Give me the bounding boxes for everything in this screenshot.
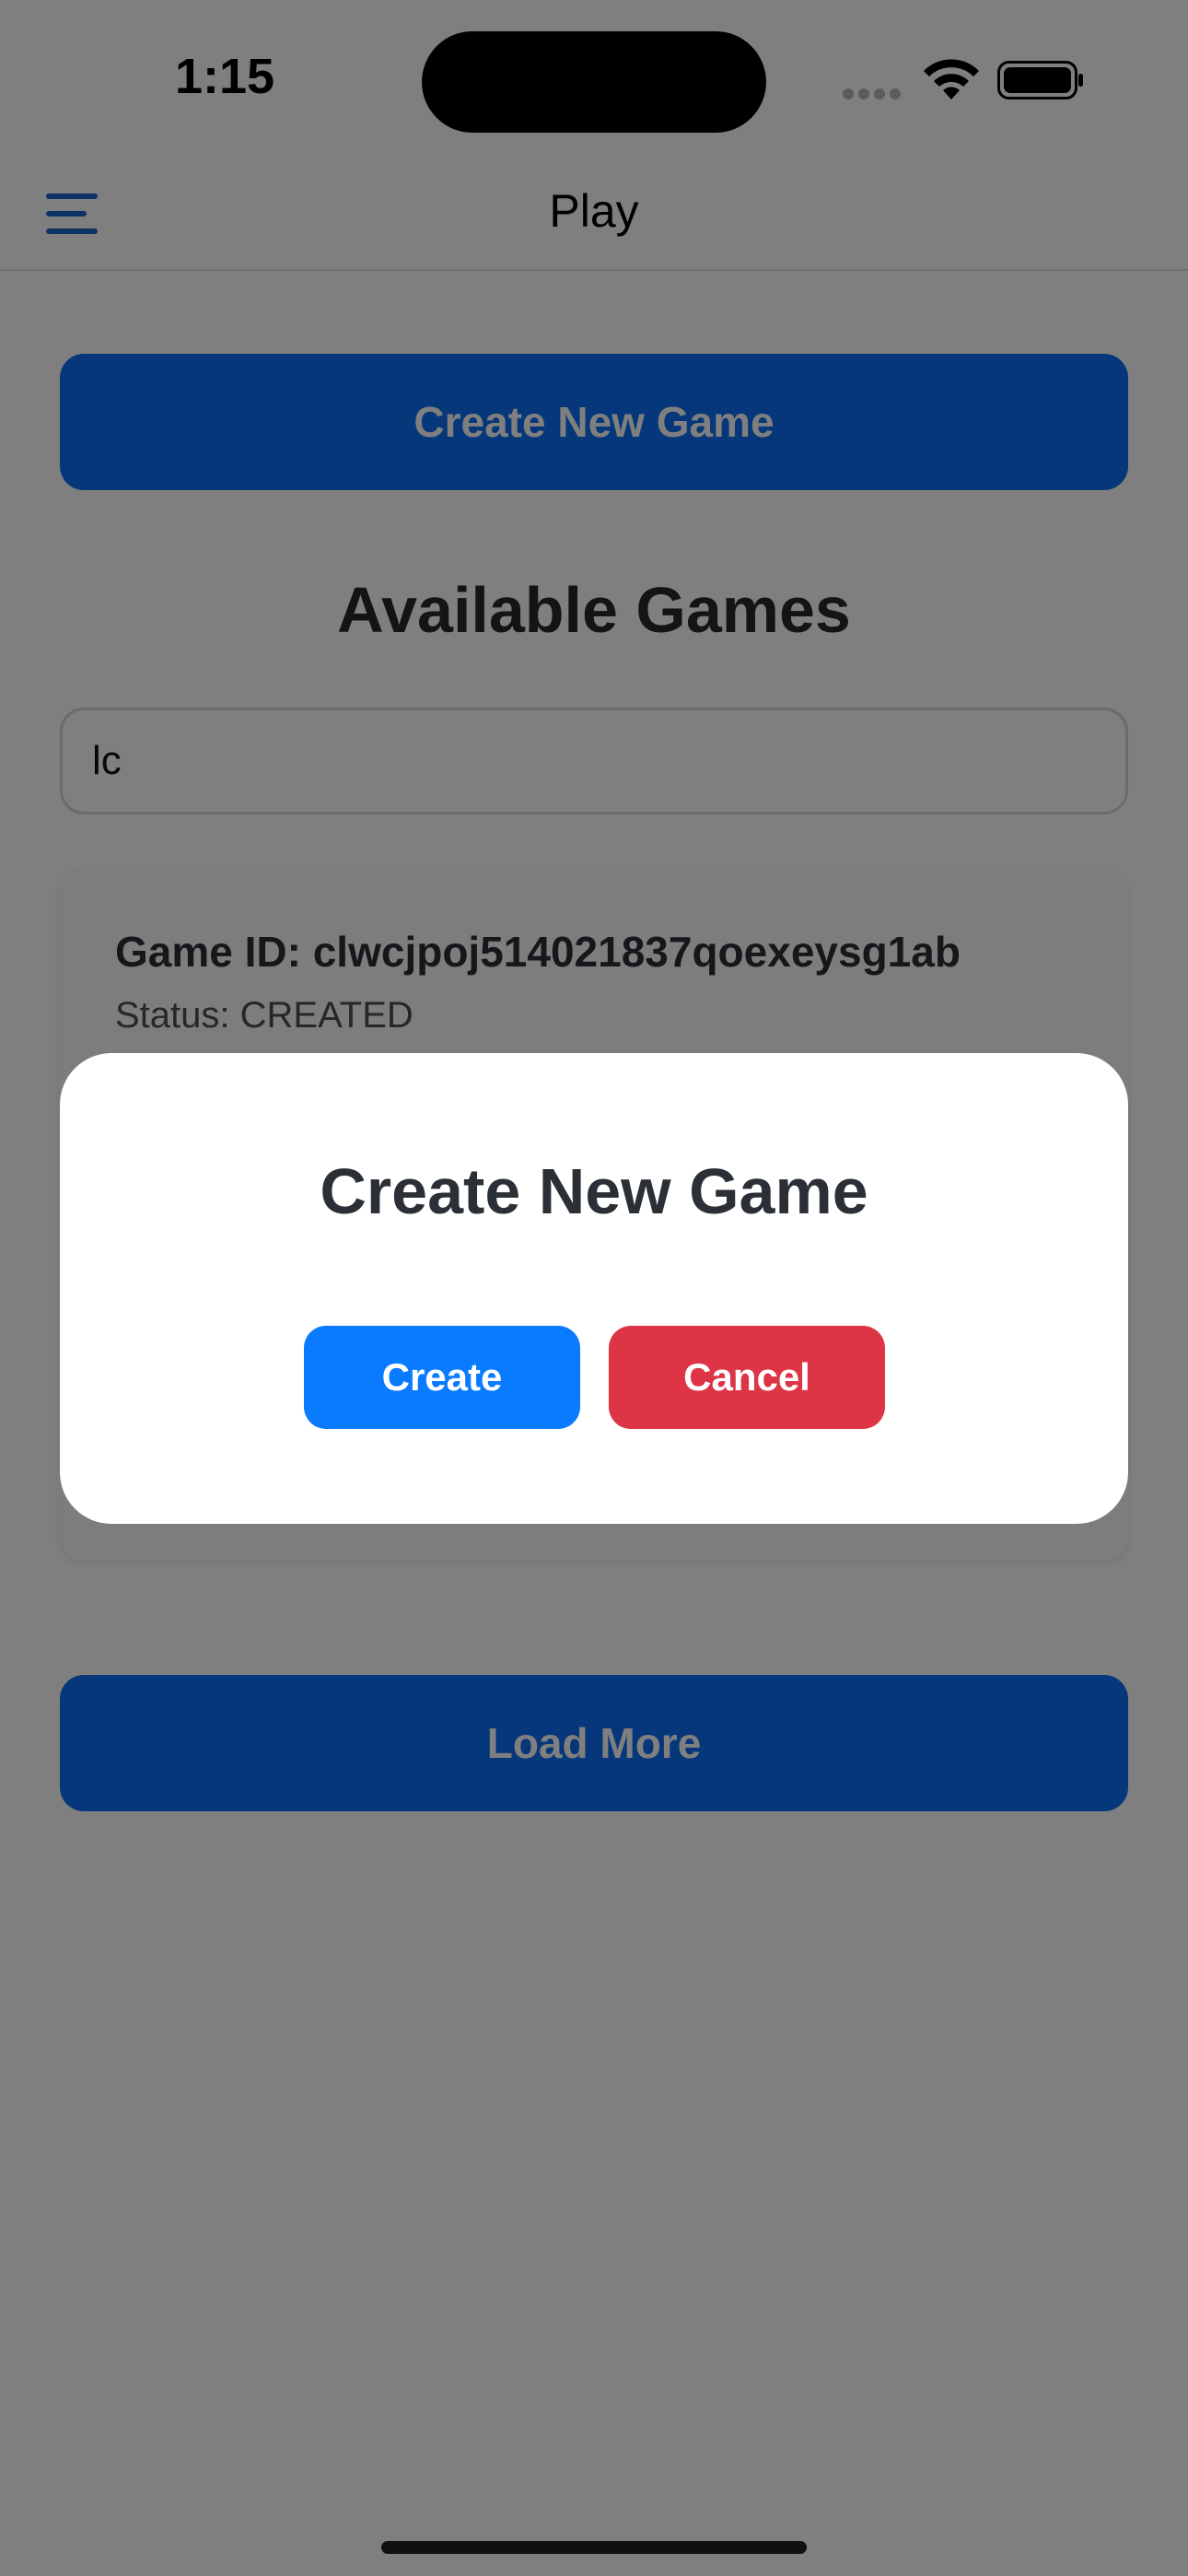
cancel-button[interactable]: Cancel	[609, 1326, 885, 1429]
modal-title: Create New Game	[320, 1155, 868, 1227]
home-indicator	[381, 2541, 807, 2554]
create-game-modal: Create New Game Create Cancel	[60, 1053, 1128, 1524]
create-button[interactable]: Create	[304, 1326, 580, 1429]
